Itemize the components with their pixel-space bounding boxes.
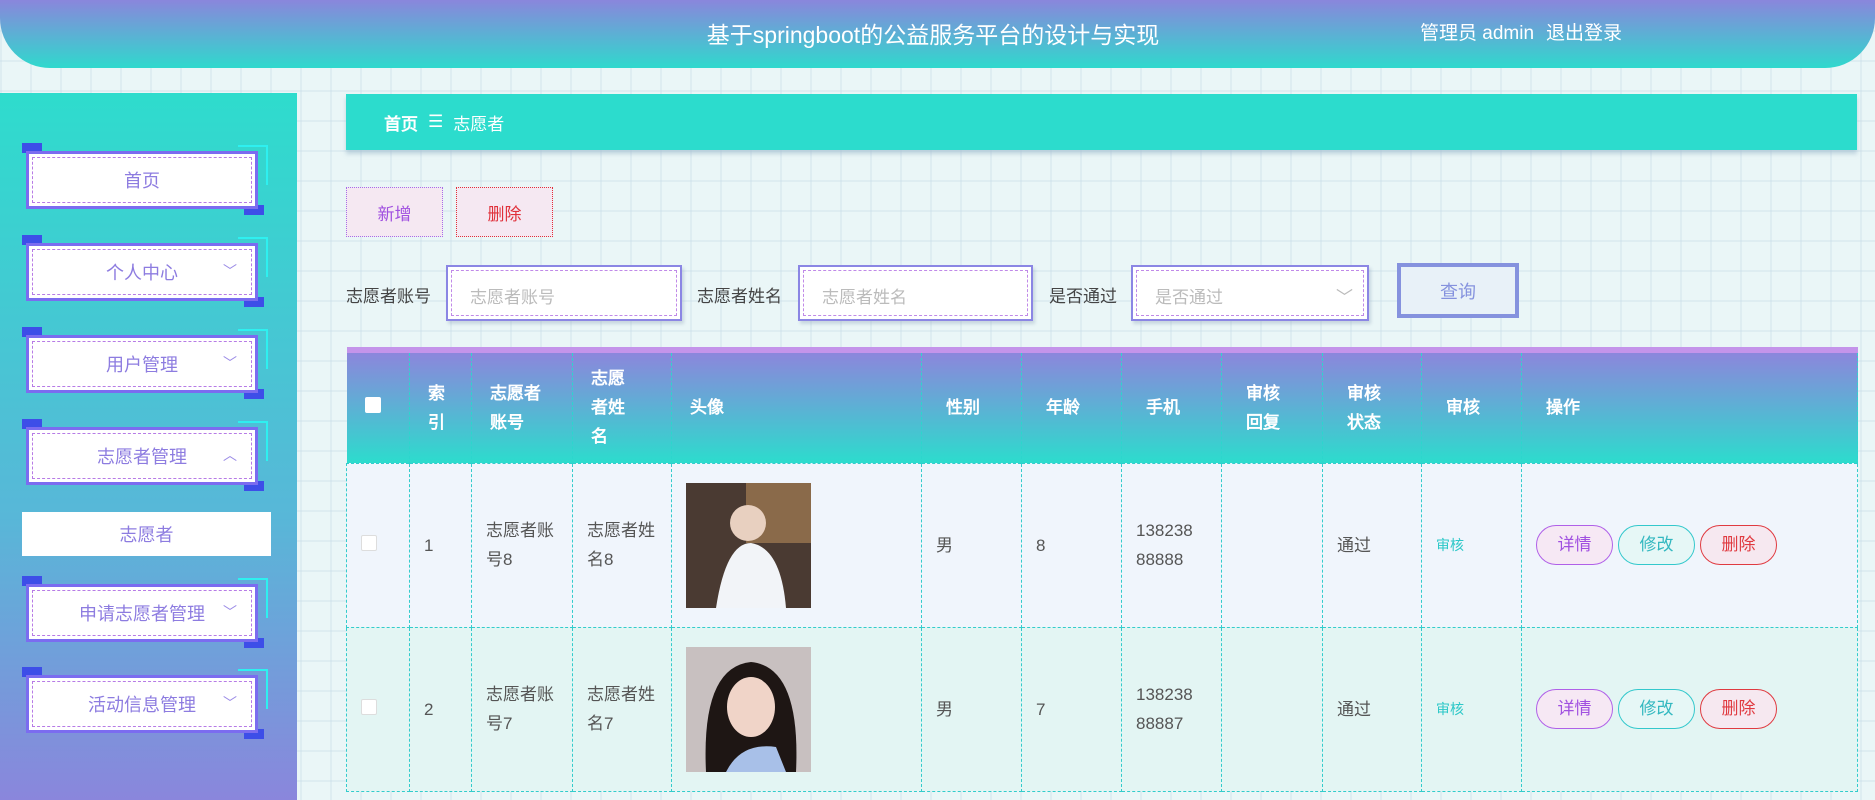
add-button[interactable]: 新增: [346, 187, 443, 237]
detail-button[interactable]: 详情: [1536, 525, 1613, 565]
row-delete-button[interactable]: 删除: [1700, 525, 1777, 565]
row-checkbox[interactable]: [346, 626, 410, 792]
row-checkbox[interactable]: [346, 462, 410, 628]
col-audit-status: 审核状态: [1322, 350, 1422, 463]
cell-name: 志愿者姓名8: [572, 462, 672, 628]
chevron-down-icon: ﹀: [223, 604, 237, 620]
sidebar-item-apply-volunteer-management[interactable]: 申请志愿者管理 ﹀: [22, 576, 268, 648]
cell-name: 志愿者姓名7: [572, 626, 672, 792]
col-actions: 操作: [1521, 350, 1858, 463]
pass-label: 是否通过: [1049, 287, 1117, 306]
cell-account: 志愿者账号7: [471, 626, 573, 792]
avatar-image[interactable]: [686, 646, 811, 772]
sidebar-item-label: 申请志愿者管理: [79, 604, 205, 624]
sidebar-item-volunteer-management[interactable]: 志愿者管理 ︿: [22, 419, 268, 491]
col-name: 志愿者姓名: [572, 350, 672, 463]
select-all-checkbox[interactable]: [346, 350, 410, 463]
cell-avatar: [671, 462, 922, 628]
sidebar-item-label: 志愿者管理: [97, 447, 187, 467]
avatar-image[interactable]: [686, 482, 811, 608]
query-button[interactable]: 查询: [1397, 263, 1519, 318]
col-account: 志愿者账号: [471, 350, 573, 463]
sidebar-item-home[interactable]: 首页: [22, 143, 268, 215]
cell-gender: 男: [921, 462, 1022, 628]
chevron-down-icon: ﹀: [223, 695, 237, 711]
row-delete-button[interactable]: 删除: [1700, 689, 1777, 729]
chevron-up-icon: ︿: [223, 447, 237, 463]
edit-button[interactable]: 修改: [1618, 525, 1695, 565]
cell-gender: 男: [921, 626, 1022, 792]
table-row: 2 志愿者账号7 志愿者姓名7 男 7 13823888887 通过 审核 详情…: [346, 626, 1858, 792]
cell-actions: 详情 修改 删除: [1521, 462, 1858, 628]
cell-age: 7: [1021, 626, 1122, 792]
table-row: 1 志愿者账号8 志愿者姓名8 男 8 13823888888 通过 审核 详情…: [346, 462, 1858, 628]
cell-index: 2: [409, 626, 472, 792]
breadcrumb: 首页 ☰ 志愿者: [346, 94, 1857, 150]
top-header: 基于springboot的公益服务平台的设计与实现 管理员 admin 退出登录: [0, 0, 1875, 68]
sidebar-item-label: 活动信息管理: [88, 695, 196, 715]
chevron-down-icon: ﹀: [223, 263, 237, 279]
account-label: 志愿者账号: [346, 287, 431, 306]
sidebar-item-label: 用户管理: [106, 355, 178, 375]
sidebar-item-personal-center[interactable]: 个人中心 ﹀: [22, 235, 268, 307]
table-header-row: 索引 志愿者账号 志愿者姓名 头像 性别 年龄 手机 审核回复 审核状态 审核 …: [346, 350, 1858, 463]
edit-button[interactable]: 修改: [1618, 689, 1695, 729]
breadcrumb-home[interactable]: 首页: [384, 110, 418, 135]
chevron-down-icon: ﹀: [1336, 288, 1353, 307]
cell-actions: 详情 修改 删除: [1521, 626, 1858, 792]
cell-audit-reply: [1221, 462, 1323, 628]
col-age: 年龄: [1021, 350, 1122, 463]
cell-account: 志愿者账号8: [471, 462, 573, 628]
cell-age: 8: [1021, 462, 1122, 628]
col-phone: 手机: [1121, 350, 1222, 463]
cell-index: 1: [409, 462, 472, 628]
audit-link[interactable]: 审核: [1421, 462, 1522, 628]
volunteer-table: 索引 志愿者账号 志愿者姓名 头像 性别 年龄 手机 审核回复 审核状态 审核 …: [346, 347, 1858, 792]
name-label: 志愿者姓名: [697, 287, 782, 306]
cell-audit-status: 通过: [1322, 626, 1422, 792]
user-info: 管理员 admin 退出登录: [1420, 18, 1634, 45]
col-audit: 审核: [1421, 350, 1522, 463]
breadcrumb-separator-icon: ☰: [428, 112, 444, 131]
detail-button[interactable]: 详情: [1536, 689, 1613, 729]
col-avatar: 头像: [671, 350, 922, 463]
sidebar: 首页 个人中心 ﹀ 用户管理 ﹀ 志愿者管理 ︿ 志愿者 申请志愿者管理 ﹀ 活动信息管…: [0, 93, 297, 800]
cell-phone: 13823888887: [1121, 626, 1222, 792]
cell-audit-reply: [1221, 626, 1323, 792]
sidebar-item-label: 个人中心: [106, 263, 178, 283]
logout-link[interactable]: 退出登录: [1546, 23, 1622, 44]
sidebar-item-user-management[interactable]: 用户管理 ﹀: [22, 327, 268, 399]
col-audit-reply: 审核回复: [1221, 350, 1323, 463]
cell-audit-status: 通过: [1322, 462, 1422, 628]
cell-avatar: [671, 626, 922, 792]
account-input[interactable]: 志愿者账号: [446, 265, 682, 321]
user-role: 管理员 admin: [1420, 23, 1535, 44]
cell-phone: 13823888888: [1121, 462, 1222, 628]
sidebar-item-activity-management[interactable]: 活动信息管理 ﹀: [22, 667, 268, 739]
chevron-down-icon: ﹀: [223, 355, 237, 371]
pass-select[interactable]: 是否通过 ﹀: [1131, 265, 1369, 321]
audit-link[interactable]: 审核: [1421, 626, 1522, 792]
pass-select-value: 是否通过: [1155, 288, 1223, 307]
col-index: 索引: [409, 350, 472, 463]
name-input[interactable]: 志愿者姓名: [798, 265, 1033, 321]
delete-button[interactable]: 删除: [456, 187, 553, 237]
sidebar-subitem-volunteer[interactable]: 志愿者: [22, 512, 271, 556]
col-gender: 性别: [921, 350, 1022, 463]
sidebar-item-label: 首页: [124, 171, 160, 191]
breadcrumb-current: 志愿者: [453, 114, 505, 134]
